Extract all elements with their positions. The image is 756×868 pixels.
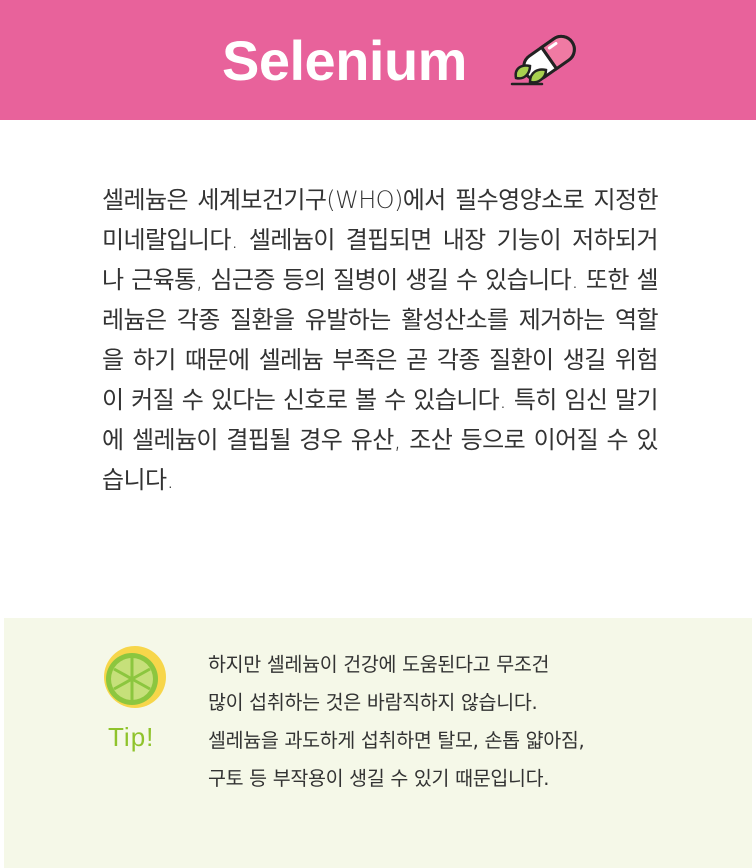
tip-line: 많이 섭취하는 것은 바람직하지 않습니다. bbox=[208, 691, 538, 714]
page-title: Selenium bbox=[222, 29, 467, 92]
tip-line: 셀레늄을 과도하게 섭취하면 탈모, 손톱 얇아짐, bbox=[208, 729, 585, 752]
tip-line: 하지만 셀레늄이 건강에 도움된다고 무조건 bbox=[208, 653, 550, 676]
pill-capsule-icon bbox=[510, 34, 576, 86]
tip-label: Tip! bbox=[108, 722, 155, 752]
header-banner: Selenium bbox=[0, 0, 756, 120]
tip-box: Tip! 하지만 셀레늄이 건강에 도움된다고 무조건 많이 섭취하는 것은 바… bbox=[4, 618, 752, 868]
selenium-description: 셀레늄은 세계보건기구(WHO)에서 필수영양소로 지정한 미네랄입니다. 셀레… bbox=[102, 186, 659, 494]
lime-slice-icon bbox=[104, 646, 166, 708]
tip-line: 구토 등 부작용이 생길 수 있기 때문입니다. bbox=[208, 767, 550, 790]
tip-text: 하지만 셀레늄이 건강에 도움된다고 무조건 많이 섭취하는 것은 바람직하지 … bbox=[208, 646, 728, 798]
